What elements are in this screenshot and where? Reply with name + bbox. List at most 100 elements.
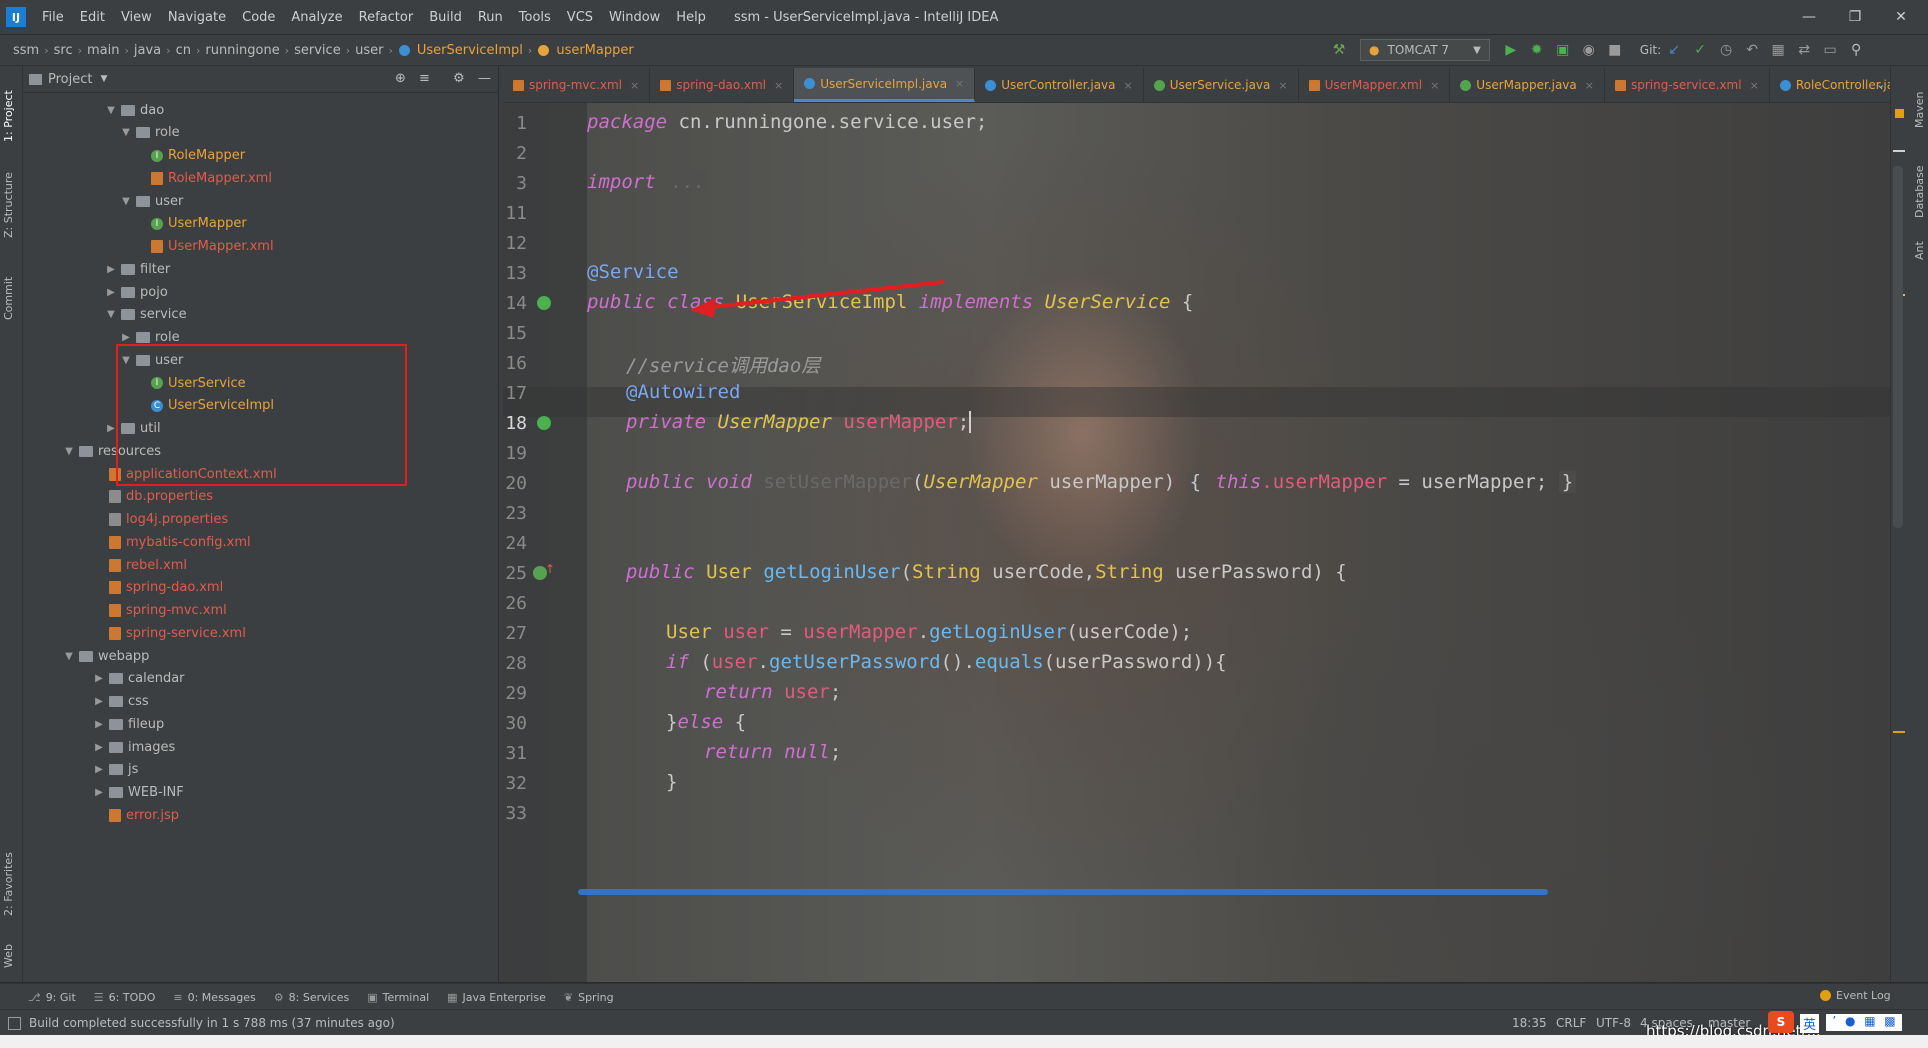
menu-item-analyze[interactable]: Analyze (283, 10, 350, 25)
chevron-right-icon[interactable]: ▶ (93, 696, 105, 707)
chevron-right-icon[interactable]: ▶ (93, 742, 105, 753)
tree-node-css[interactable]: ▶ css (93, 691, 149, 713)
chevron-down-icon[interactable]: ▼ (63, 446, 75, 457)
tree-node-log4j-properties[interactable]: log4j.properties (93, 509, 228, 531)
editor-tab-usermapper-java[interactable]: UserMapper.java × (1450, 68, 1605, 102)
tree-node-dao[interactable]: ▼ dao (105, 99, 164, 121)
tree-node-spring-service-xml[interactable]: spring-service.xml (93, 622, 246, 644)
tool-tab-maven[interactable]: Maven (1913, 78, 1926, 128)
vertical-scrollbar-thumb[interactable] (1893, 166, 1903, 528)
menu-item-file[interactable]: File (34, 10, 72, 25)
tree-node-rebel-xml[interactable]: rebel.xml (93, 554, 187, 576)
close-tab-icon[interactable]: × (1750, 79, 1759, 92)
tool-tab-structure[interactable]: Z: Structure (2, 158, 15, 238)
tree-node-filter[interactable]: ▶ filter (105, 258, 170, 280)
chevron-down-icon[interactable]: ▼ (105, 309, 117, 320)
close-tab-icon[interactable]: × (955, 77, 964, 90)
tool-window-9-git[interactable]: ⎇ 9: Git (28, 991, 76, 1004)
tree-node-mybatis-config-xml[interactable]: mybatis-config.xml (93, 531, 251, 553)
tool-tab-web[interactable]: Web (2, 928, 15, 968)
tree-node-webapp[interactable]: ▼ webapp (63, 645, 149, 667)
chevron-down-icon[interactable]: ▼ (120, 127, 132, 138)
status-message[interactable]: Build completed successfully in 1 s 788 … (29, 1016, 395, 1030)
editor-tab-spring-dao-xml[interactable]: spring-dao.xml × (650, 68, 795, 102)
tree-node-spring-mvc-xml[interactable]: spring-mvc.xml (93, 600, 227, 622)
tree-node-usermapper-xml[interactable]: UserMapper.xml (135, 236, 274, 258)
coverage-icon[interactable]: ▣ (1554, 41, 1572, 59)
ime-grid-icon[interactable]: ▩ (1884, 1014, 1895, 1031)
tree-node-user[interactable]: ▼ user (120, 190, 183, 212)
run-icon[interactable]: ▶ (1502, 41, 1520, 59)
tree-node-role[interactable]: ▼ role (120, 122, 179, 144)
code-editor[interactable]: 1 2 3 11 12 13 14 15 16 17 18 19 20 23 2… (503, 103, 1890, 982)
tree-node-spring-dao-xml[interactable]: spring-dao.xml (93, 577, 223, 599)
tree-node-rolemapper-xml[interactable]: RoleMapper.xml (135, 167, 272, 189)
tool-window-java-enterprise[interactable]: ▦ Java Enterprise (447, 991, 546, 1004)
menu-item-edit[interactable]: Edit (72, 10, 113, 25)
breadcrumb-item[interactable]: ssm (10, 43, 42, 58)
editor-tab-spring-mvc-xml[interactable]: spring-mvc.xml × (503, 68, 651, 102)
tree-node-db-properties[interactable]: db.properties (93, 486, 213, 508)
restore-icon[interactable]: ❐ (1832, 0, 1878, 34)
event-log-button[interactable]: Event Log (1820, 989, 1891, 1002)
chevron-right-icon[interactable]: ▶ (105, 264, 117, 275)
tool-tab-commit[interactable]: Commit (2, 260, 15, 320)
chevron-down-icon[interactable]: ▼ (100, 74, 107, 84)
breadcrumb-item[interactable]: runningone (202, 43, 282, 58)
tool-window-0-messages[interactable]: ≡ 0: Messages (173, 991, 255, 1004)
run-config-select[interactable]: ● TOMCAT 7 ▼ (1360, 39, 1490, 61)
tool-window-8-services[interactable]: ⚙ 8: Services (274, 991, 349, 1004)
tabs-overflow-icon[interactable]: ⌄ (1876, 78, 1885, 91)
project-panel-title[interactable]: Project (48, 72, 92, 87)
chevron-right-icon[interactable]: ▶ (93, 673, 105, 684)
translate-icon[interactable]: ⇄ (1795, 41, 1813, 59)
menu-item-window[interactable]: Window (601, 10, 668, 25)
status-toggle-icon[interactable] (8, 1016, 21, 1030)
chevron-down-icon[interactable]: ▼ (63, 651, 75, 662)
sogou-ime-icon[interactable]: S (1768, 1011, 1794, 1033)
folded-imports[interactable]: ... (667, 171, 708, 193)
breadcrumb-item[interactable]: user (352, 43, 386, 58)
vcs-commit-icon[interactable]: ✓ (1691, 41, 1709, 59)
editor-tab-rolecontroller-java[interactable]: RoleController.java× (1770, 68, 1890, 102)
breadcrumb-item[interactable]: cn (173, 43, 194, 58)
breadcrumb-item[interactable]: src (51, 43, 76, 58)
chevron-right-icon[interactable]: ▶ (93, 787, 105, 798)
breadcrumb-item[interactable]: main (84, 43, 122, 58)
menu-item-build[interactable]: Build (421, 10, 470, 25)
breadcrumb-item[interactable]: UserServiceImpl (414, 43, 526, 58)
breadcrumb-item[interactable]: userMapper (553, 43, 636, 58)
vcs-update-icon[interactable]: ↙ (1665, 41, 1683, 59)
spring-bean-gutter-icon[interactable] (537, 296, 551, 310)
punctuation-icon[interactable]: ’ (1832, 1014, 1836, 1031)
microphone-icon[interactable]: ● (1845, 1014, 1855, 1031)
chevron-right-icon[interactable]: ▶ (120, 332, 132, 343)
tool-tab-database[interactable]: Database (1913, 148, 1926, 219)
tool-window-6-todo[interactable]: ☰ 6: TODO (94, 991, 156, 1004)
file-encoding[interactable]: UTF-8 (1596, 1016, 1631, 1030)
editor-tab-usercontroller-java[interactable]: UserController.java × (975, 68, 1144, 102)
close-tab-icon[interactable]: × (1278, 79, 1287, 92)
close-tab-icon[interactable]: × (774, 79, 783, 92)
keyboard-icon[interactable]: ▦ (1864, 1014, 1875, 1031)
tree-node-calendar[interactable]: ▶ calendar (93, 668, 184, 690)
menu-item-view[interactable]: View (113, 10, 160, 25)
close-tab-icon[interactable]: × (1124, 79, 1133, 92)
ime-toolbar[interactable]: ’ ● ▦ ▩ (1826, 1014, 1902, 1031)
tree-node-fileup[interactable]: ▶ fileup (93, 713, 164, 735)
menu-item-code[interactable]: Code (234, 10, 283, 25)
debug-icon[interactable]: ✹ (1528, 41, 1546, 59)
chevron-down-icon[interactable]: ▼ (120, 196, 132, 207)
collapse-all-icon[interactable]: ≡ (419, 71, 430, 86)
horizontal-scrollbar[interactable] (578, 889, 1548, 895)
project-structure-icon[interactable]: ▦ (1769, 41, 1787, 59)
editor-tab-userserviceimpl-java[interactable]: UserServiceImpl.java × (794, 68, 976, 102)
tree-node-error-jsp[interactable]: error.jsp (93, 804, 179, 826)
menu-item-help[interactable]: Help (668, 10, 714, 25)
menu-item-tools[interactable]: Tools (511, 10, 559, 25)
history-icon[interactable]: ◷ (1717, 41, 1735, 59)
caret-position[interactable]: 18:35 (1512, 1016, 1547, 1030)
search-icon[interactable]: ⚲ (1847, 41, 1865, 59)
chevron-right-icon[interactable]: ▶ (93, 764, 105, 775)
presentation-icon[interactable]: ▭ (1821, 41, 1839, 59)
